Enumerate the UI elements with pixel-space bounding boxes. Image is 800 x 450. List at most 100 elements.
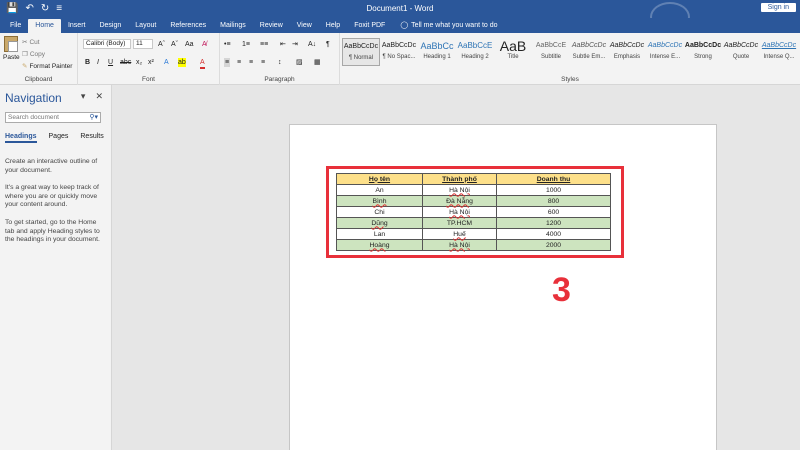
style-name: ¶ No Spac...: [382, 54, 416, 60]
tab-help[interactable]: Help: [319, 19, 347, 33]
style-subtle-emphasis[interactable]: AaBbCcDc Subtle Em...: [570, 38, 608, 66]
style-name: Quote: [732, 54, 750, 60]
paragraph-group-label: Paragraph: [264, 76, 295, 83]
font-color-button[interactable]: A: [200, 58, 205, 69]
style-sample: AaBbCc: [420, 41, 454, 51]
paintbrush-icon: ✎: [22, 63, 28, 70]
style-intense-quote[interactable]: AaBbCcDc Intense Q...: [760, 38, 798, 66]
search-document-input[interactable]: Search document ⚲▾: [5, 112, 101, 123]
tab-insert[interactable]: Insert: [61, 19, 93, 33]
align-right-button[interactable]: ≡: [249, 58, 253, 67]
copy-label: Copy: [29, 50, 46, 58]
copy-button[interactable]: ❐ Copy: [22, 50, 46, 59]
numbering-button[interactable]: 1≡: [242, 40, 250, 49]
line-spacing-button[interactable]: ↕: [278, 58, 282, 67]
tab-layout[interactable]: Layout: [128, 19, 163, 33]
style-sample: AaBbCcDc: [343, 43, 379, 50]
style-heading-1[interactable]: AaBbCc Heading 1: [418, 38, 456, 66]
cut-button[interactable]: ✂ Cut: [22, 38, 40, 47]
center-button[interactable]: ≡: [237, 58, 241, 67]
show-marks-button[interactable]: ¶: [326, 40, 330, 49]
tab-pages[interactable]: Pages: [49, 133, 69, 143]
italic-button[interactable]: I: [97, 58, 99, 67]
tab-headings[interactable]: Headings: [5, 133, 37, 143]
style-sample: AaBbCcDc: [723, 42, 759, 49]
navigation-help-text: To get started, go to the Home tab and a…: [5, 219, 100, 243]
font-size-select[interactable]: 11: [133, 39, 153, 49]
decrease-indent-button[interactable]: ⇤: [280, 40, 286, 49]
styles-group-label: Styles: [561, 76, 579, 83]
search-icon[interactable]: ⚲▾: [89, 113, 98, 122]
paragraph-group: •≡ 1≡ ≡≡ ⇤ ⇥ A↓ ¶ ≡ ≡ ≡ ≡ ↕ ▨ ▦ Paragrap…: [220, 33, 340, 85]
justify-button[interactable]: ≡: [261, 58, 265, 67]
tab-mailings[interactable]: Mailings: [213, 19, 253, 33]
tell-me-label: Tell me what you want to do: [411, 22, 498, 29]
style-sample: AaB: [499, 38, 527, 54]
style-no-spacing[interactable]: AaBbCcDc ¶ No Spac...: [380, 38, 418, 66]
style-emphasis[interactable]: AaBbCcDc Emphasis: [608, 38, 646, 66]
step-number-annotation: 3: [552, 271, 571, 309]
text-effects-button[interactable]: A: [164, 58, 169, 67]
style-title[interactable]: AaB Title: [494, 38, 532, 66]
clipboard-group: Paste ✂ Cut ❐ Copy ✎ Format Painter Clip…: [0, 33, 78, 85]
grow-font-button[interactable]: Aˆ: [158, 40, 165, 49]
multilevel-list-button[interactable]: ≡≡: [260, 40, 268, 49]
paste-label: Paste: [3, 54, 20, 61]
style-sample: AaBbCcDc: [381, 42, 417, 49]
lightbulb-icon: ◯: [400, 22, 409, 29]
style-name: Title: [507, 54, 519, 60]
cut-label: Cut: [29, 38, 40, 46]
font-group-label: Font: [141, 76, 155, 83]
tab-view[interactable]: View: [290, 19, 319, 33]
style-normal[interactable]: AaBbCcDc ¶ Normal: [342, 38, 380, 66]
copy-icon: ❐: [22, 51, 28, 58]
paste-button[interactable]: Paste: [3, 36, 20, 66]
title-bar: 💾 ↶ ↻ ≡ Document1 - Word Sign in: [0, 0, 800, 32]
font-family-select[interactable]: Calibri (Body): [83, 39, 131, 49]
chevron-down-icon[interactable]: ▾: [81, 91, 86, 102]
style-strong[interactable]: AaBbCcDc Strong: [684, 38, 722, 66]
ribbon-tabs: File Home Insert Design Layout Reference…: [0, 18, 800, 33]
shading-button[interactable]: ▨: [296, 58, 303, 67]
font-group: Calibri (Body) 11 Aˆ Aˇ Aa A̸ B I U abc …: [78, 33, 220, 85]
subscript-button[interactable]: x₂: [136, 58, 142, 67]
tab-home[interactable]: Home: [28, 19, 61, 33]
change-case-button[interactable]: Aa: [185, 40, 194, 49]
style-subtitle[interactable]: AaBbCcE Subtitle: [532, 38, 570, 66]
tab-file[interactable]: File: [3, 19, 28, 33]
tab-foxit-pdf[interactable]: Foxit PDF: [347, 19, 392, 33]
bullets-button[interactable]: •≡: [224, 40, 231, 49]
superscript-button[interactable]: x²: [148, 58, 154, 67]
clear-formatting-button[interactable]: A̸: [202, 40, 207, 49]
style-heading-2[interactable]: AaBbCcE Heading 2: [456, 38, 494, 66]
style-name: Subtle Em...: [572, 54, 606, 60]
style-intense-emphasis[interactable]: AaBbCcDc Intense E...: [646, 38, 684, 66]
style-sample: AaBbCcDc: [647, 42, 683, 49]
sign-in-button[interactable]: Sign in: [760, 3, 796, 12]
tab-references[interactable]: References: [163, 19, 213, 33]
ribbon: Paste ✂ Cut ❐ Copy ✎ Format Painter Clip…: [0, 33, 800, 85]
style-quote[interactable]: AaBbCcDc Quote: [722, 38, 760, 66]
tell-me-box[interactable]: ◯ Tell me what you want to do: [392, 19, 497, 33]
tab-review[interactable]: Review: [253, 19, 290, 33]
underline-button[interactable]: U: [108, 58, 113, 67]
style-sample: AaBbCcDc: [761, 42, 797, 49]
tab-results[interactable]: Results: [80, 133, 103, 143]
format-painter-button[interactable]: ✎ Format Painter: [22, 62, 72, 71]
style-sample: AaBbCcDc: [571, 42, 607, 49]
style-name: ¶ Normal: [348, 55, 374, 61]
align-left-button[interactable]: ≡: [224, 58, 231, 67]
style-sample: AaBbCcDc: [684, 42, 722, 49]
borders-button[interactable]: ▦: [314, 58, 321, 67]
tab-design[interactable]: Design: [92, 19, 128, 33]
strikethrough-button[interactable]: abc: [120, 58, 131, 67]
highlight-button[interactable]: ab: [178, 58, 186, 67]
shrink-font-button[interactable]: Aˇ: [171, 40, 178, 49]
table-highlight-box: [326, 166, 624, 258]
bold-button[interactable]: B: [85, 58, 90, 67]
style-sample: AaBbCcE: [457, 41, 493, 50]
sort-button[interactable]: A↓: [308, 40, 316, 49]
close-icon[interactable]: ✕: [95, 91, 103, 102]
increase-indent-button[interactable]: ⇥: [292, 40, 298, 49]
search-placeholder: Search document: [8, 114, 59, 121]
